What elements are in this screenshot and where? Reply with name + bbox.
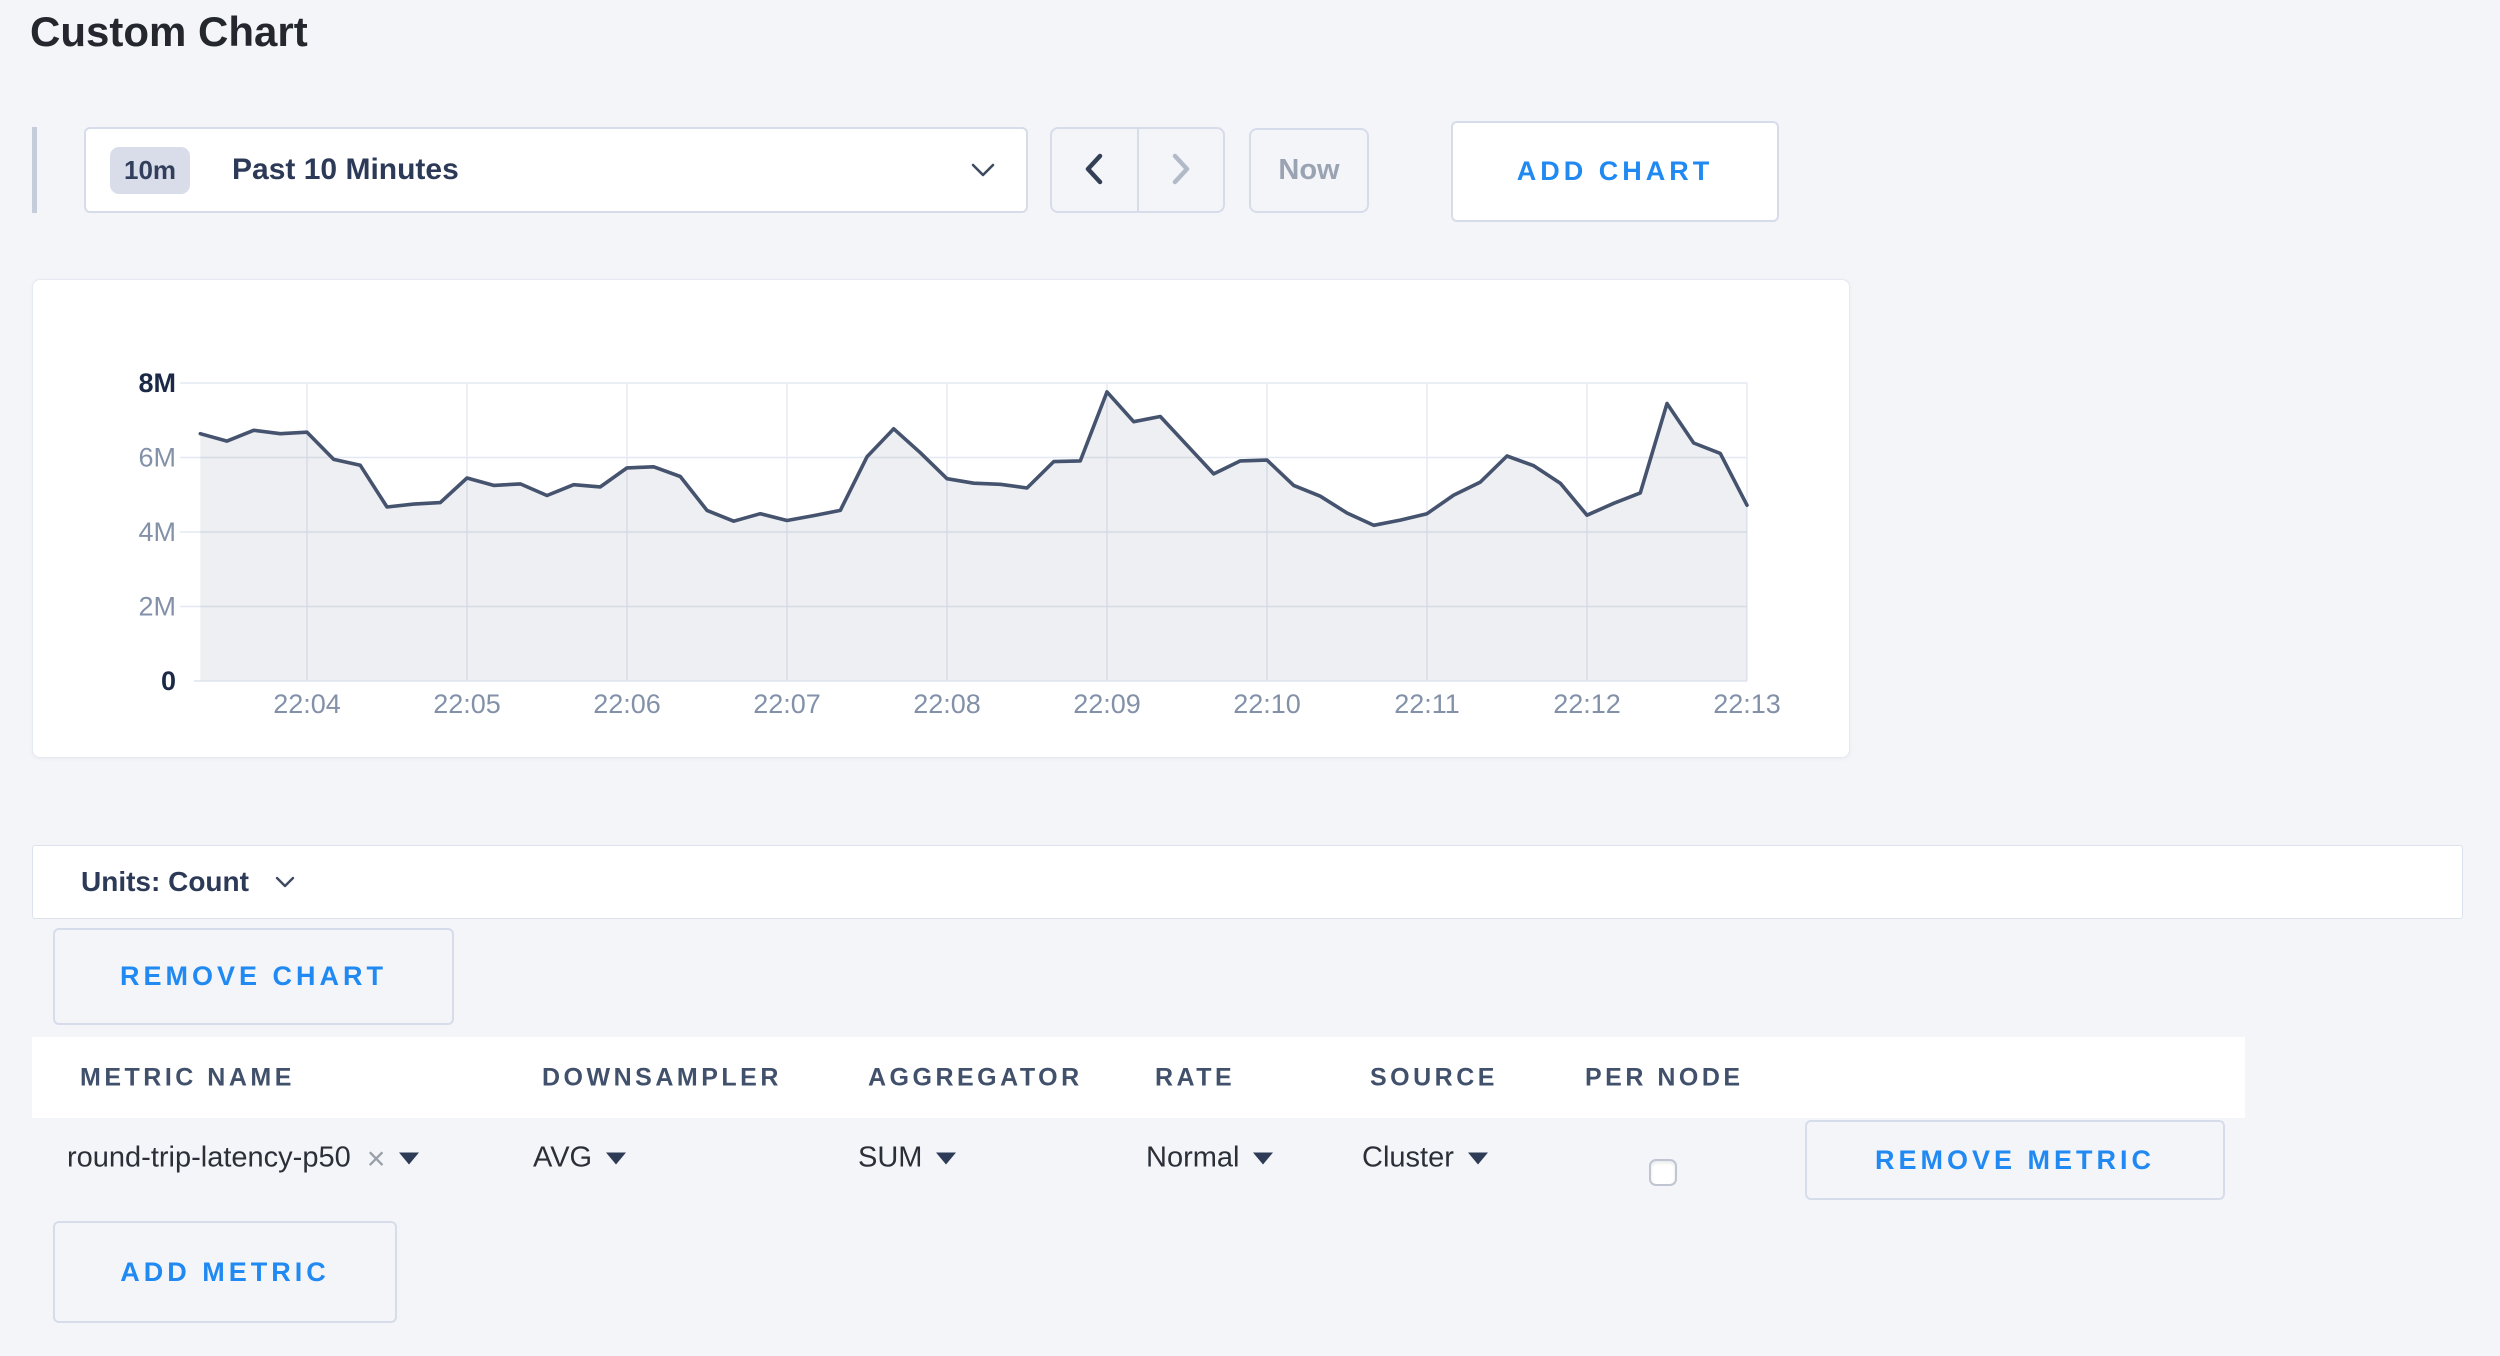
y-axis-tick-label: 4M (138, 517, 176, 547)
now-button[interactable]: Now (1249, 128, 1369, 213)
line-chart[interactable]: 0 2M 4M 6M 8M 22:04 22:05 22:06 22:07 22:08 22:09 2… (33, 280, 1851, 758)
per-node-checkbox[interactable] (1649, 1159, 1677, 1186)
column-header-metric-name: METRIC NAME (80, 1063, 295, 1092)
metric-name-dropdown[interactable]: round-trip-latency-p50 × (67, 1142, 419, 1175)
caret-down-icon (399, 1152, 419, 1164)
time-range-badge: 10m (110, 147, 190, 194)
x-axis-tick-label: 22:07 (753, 689, 821, 719)
aggregator-value: SUM (858, 1142, 922, 1175)
next-range-button[interactable] (1139, 129, 1224, 211)
caret-down-icon (606, 1152, 626, 1164)
remove-chart-button[interactable]: REMOVE CHART (53, 928, 454, 1025)
column-header-rate: RATE (1155, 1063, 1235, 1092)
x-axis-tick-label: 22:06 (593, 689, 661, 719)
source-dropdown[interactable]: Cluster (1362, 1142, 1488, 1175)
remove-metric-button[interactable]: REMOVE METRIC (1805, 1120, 2225, 1200)
time-pager (1050, 127, 1225, 213)
add-metric-button[interactable]: ADD METRIC (53, 1221, 397, 1323)
chart-card: 0 2M 4M 6M 8M 22:04 22:05 22:06 22:07 22:08 22:09 2… (32, 279, 1850, 758)
x-axis-tick-label: 22:12 (1553, 689, 1621, 719)
prev-range-button[interactable] (1052, 129, 1139, 211)
x-axis-tick-label: 22:13 (1713, 689, 1781, 719)
time-range-label: Past 10 Minutes (232, 153, 459, 187)
caret-down-icon (936, 1152, 956, 1164)
downsampler-dropdown[interactable]: AVG (533, 1142, 626, 1175)
chevron-left-icon (1080, 151, 1108, 190)
custom-chart-page: Custom Chart 10m Past 10 Minutes Now ADD… (0, 0, 2500, 1356)
column-header-per-node: PER NODE (1585, 1063, 1744, 1092)
source-value: Cluster (1362, 1142, 1454, 1175)
x-axis-tick-label: 22:11 (1394, 689, 1460, 719)
aggregator-dropdown[interactable]: SUM (858, 1142, 956, 1175)
downsampler-value: AVG (533, 1142, 592, 1175)
x-axis-tick-label: 22:05 (433, 689, 501, 719)
time-range-dropdown[interactable]: 10m Past 10 Minutes (84, 127, 1028, 213)
units-dropdown[interactable]: Units: Count (32, 845, 2463, 919)
chevron-right-icon (1167, 151, 1195, 190)
x-axis-tick-label: 22:10 (1233, 689, 1301, 719)
rate-value: Normal (1146, 1142, 1239, 1175)
series-area (200, 392, 1747, 681)
y-axis-tick-label: 0 (161, 666, 176, 696)
metric-name-value: round-trip-latency-p50 (67, 1142, 351, 1175)
caret-down-icon (1468, 1152, 1488, 1164)
x-axis-tick-label: 22:09 (1073, 689, 1141, 719)
y-axis-tick-label: 8M (138, 368, 176, 398)
column-header-aggregator: AGGREGATOR (868, 1063, 1083, 1092)
column-header-downsampler: DOWNSAMPLER (542, 1063, 782, 1092)
toolbar-accent-bar (32, 127, 37, 213)
chevron-down-icon (970, 162, 996, 178)
metric-table-header: METRIC NAME DOWNSAMPLER AGGREGATOR RATE … (32, 1037, 2245, 1118)
y-axis-tick-label: 2M (138, 592, 176, 622)
add-chart-button[interactable]: ADD CHART (1451, 121, 1779, 222)
caret-down-icon (1253, 1152, 1273, 1164)
rate-dropdown[interactable]: Normal (1146, 1142, 1273, 1175)
column-header-source: SOURCE (1370, 1063, 1498, 1092)
remove-metric-tag-icon[interactable]: × (367, 1142, 386, 1174)
x-axis-tick-label: 22:04 (273, 689, 341, 719)
page-title: Custom Chart (30, 8, 308, 56)
chevron-down-icon (275, 876, 295, 889)
y-axis-tick-label: 6M (138, 443, 176, 473)
x-axis-tick-label: 22:08 (913, 689, 981, 719)
units-label: Units: Count (81, 866, 249, 898)
